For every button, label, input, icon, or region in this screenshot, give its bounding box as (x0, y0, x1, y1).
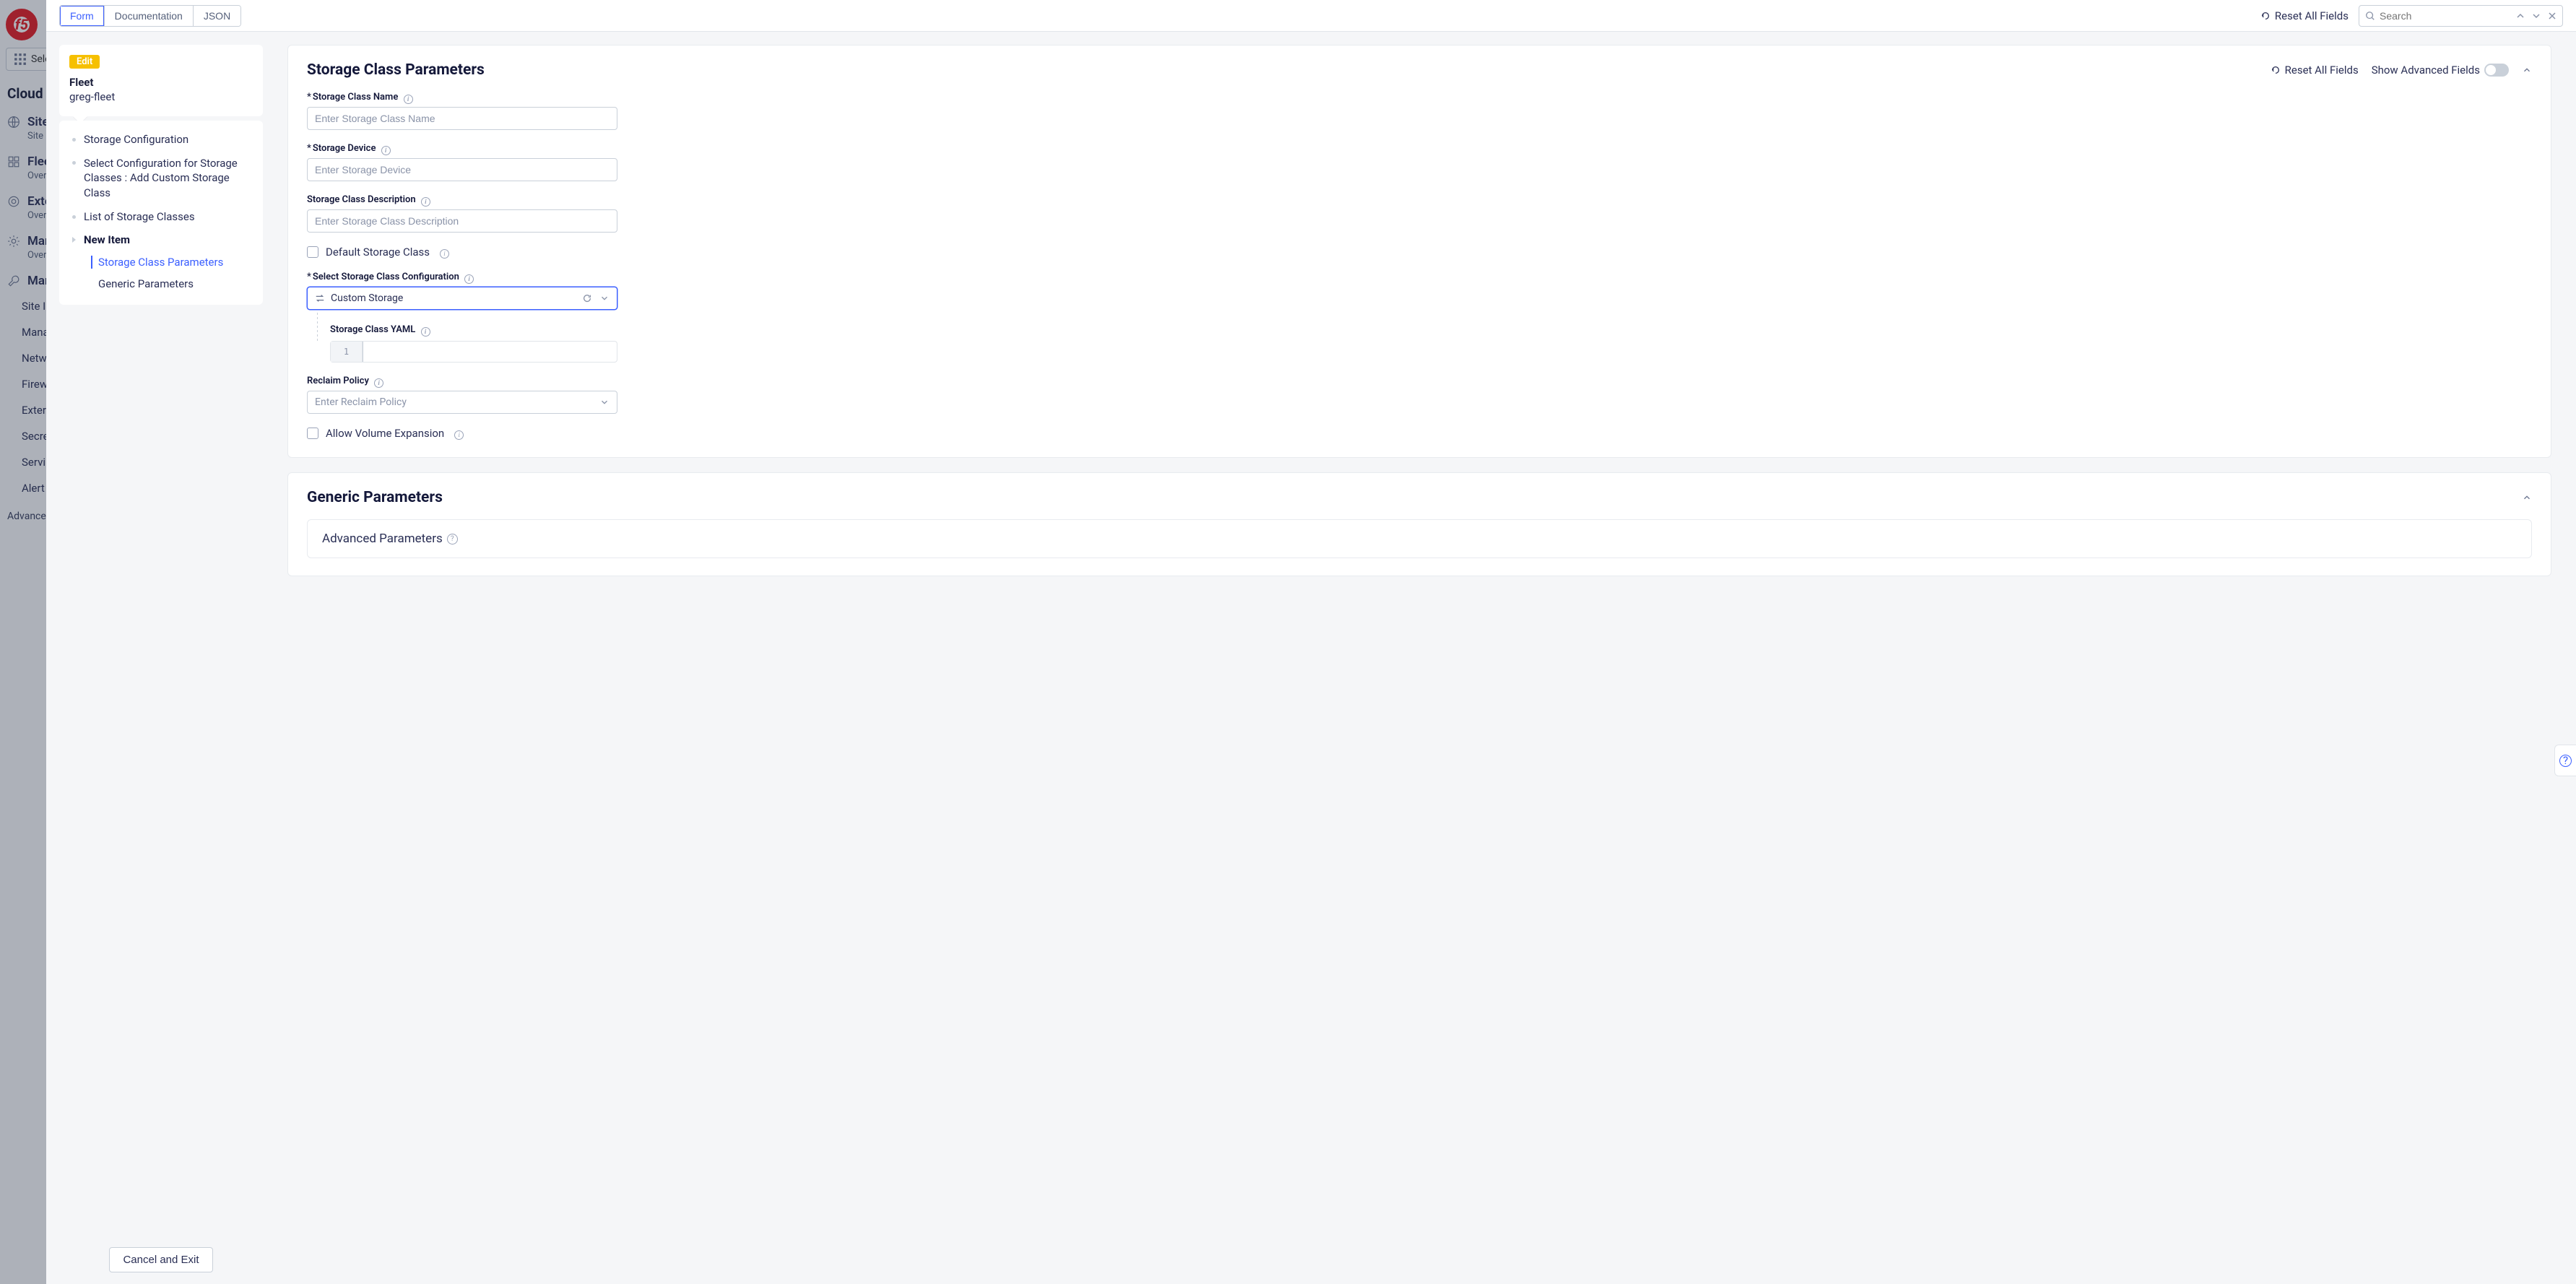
cancel-and-exit-button[interactable]: Cancel and Exit (109, 1247, 212, 1272)
info-icon[interactable] (404, 95, 413, 104)
field-select-storage-class-configuration: *Select Storage Class Configuration Cust… (307, 272, 617, 363)
field-default-storage-class: Default Storage Class (307, 246, 2532, 259)
input-storage-class-name[interactable] (307, 107, 617, 130)
field-storage-device: *Storage Device (307, 143, 617, 181)
info-icon[interactable] (421, 197, 430, 207)
storage-class-parameters-card: Storage Class Parameters Reset All Field… (287, 45, 2551, 458)
target-icon (7, 195, 20, 208)
label-storage-class-yaml: Storage Class YAML (330, 324, 617, 335)
context-title: Fleet (69, 76, 253, 89)
view-segmented-control: Form Documentation JSON (59, 5, 241, 27)
advanced-parameters-title: Advanced Parameters (322, 532, 443, 546)
info-icon[interactable] (421, 327, 430, 337)
search-input[interactable] (2380, 10, 2510, 22)
advanced-parameters-subcard: Advanced Parameters (307, 519, 2532, 558)
label-storage-class-name: *Storage Class Name (307, 92, 617, 103)
input-storage-device[interactable] (307, 158, 617, 181)
edit-drawer: Form Documentation JSON Reset All Fields (46, 0, 2576, 1284)
reset-all-fields-top[interactable]: Reset All Fields (2260, 9, 2349, 22)
gear-icon (7, 235, 20, 248)
wrench-icon (7, 274, 20, 287)
chevron-down-icon (599, 397, 610, 407)
checkbox-allow-volume-expansion[interactable] (307, 428, 318, 439)
chevron-down-icon (599, 293, 610, 303)
tree-subitem-generic-parameters[interactable]: Generic Parameters (59, 273, 263, 295)
search-prev-icon[interactable] (2515, 10, 2526, 22)
select-value: Custom Storage (331, 292, 403, 304)
context-card: Edit Fleet greg-fleet (59, 45, 263, 116)
input-storage-class-description[interactable] (307, 209, 617, 233)
tree-item-select-config[interactable]: Select Configuration for Storage Classes… (59, 151, 263, 205)
label-storage-device: *Storage Device (307, 143, 617, 154)
undo-icon (2260, 11, 2271, 21)
label-select-storage-class-configuration: *Select Storage Class Configuration (307, 272, 617, 282)
tab-documentation[interactable]: Documentation (105, 6, 194, 26)
field-storage-class-description: Storage Class Description (307, 194, 617, 233)
tree-item-list-classes[interactable]: List of Storage Classes (59, 205, 263, 228)
tree-item-new-item[interactable]: New Item (59, 228, 263, 251)
help-icon[interactable] (447, 534, 458, 545)
collapse-generic-icon[interactable] (2522, 493, 2532, 503)
tab-json[interactable]: JSON (194, 6, 240, 26)
tree-item-storage-config[interactable]: Storage Configuration (59, 128, 263, 151)
field-allow-volume-expansion: Allow Volume Expansion (307, 427, 2532, 440)
info-icon[interactable] (454, 430, 464, 440)
select-reclaim-policy[interactable]: Enter Reclaim Policy (307, 391, 617, 414)
generic-section-title: Generic Parameters (307, 489, 443, 506)
question-icon: ? (2559, 755, 2572, 767)
label-reclaim-policy: Reclaim Policy (307, 376, 617, 386)
select-storage-class-configuration[interactable]: Custom Storage (307, 287, 617, 310)
search-icon (2365, 11, 2375, 21)
label-default-storage-class: Default Storage Class (326, 246, 430, 259)
yaml-line-number: 1 (331, 342, 363, 362)
tree-list: Storage Configuration Select Configurati… (59, 121, 263, 305)
help-fab[interactable]: ? (2554, 745, 2576, 776)
field-storage-class-name: *Storage Class Name (307, 92, 617, 130)
grid-icon (14, 53, 27, 66)
search-clear-icon[interactable] (2546, 10, 2558, 22)
generic-parameters-card: Generic Parameters Advanced Parameters (287, 472, 2551, 576)
info-icon[interactable] (374, 378, 383, 388)
label-storage-class-description: Storage Class Description (307, 194, 617, 205)
search-box[interactable] (2359, 5, 2563, 27)
section-title: Storage Class Parameters (307, 61, 485, 79)
edit-badge: Edit (69, 55, 100, 69)
reset-all-fields-section[interactable]: Reset All Fields (2271, 64, 2359, 77)
swap-icon (315, 293, 325, 303)
form-area: Storage Class Parameters Reset All Field… (263, 32, 2576, 1284)
show-advanced-toggle[interactable]: Show Advanced Fields (2372, 64, 2509, 77)
tree-subitem-storage-class-parameters[interactable]: Storage Class Parameters (59, 251, 263, 273)
info-icon[interactable] (440, 249, 449, 259)
fleet-icon (7, 155, 20, 168)
checkbox-default-storage-class[interactable] (307, 246, 318, 258)
tab-form[interactable]: Form (60, 6, 105, 26)
info-icon[interactable] (464, 274, 474, 284)
context-subtitle: greg-fleet (69, 90, 253, 103)
undo-icon (2271, 65, 2281, 75)
toggle-switch[interactable] (2484, 64, 2509, 77)
drawer-toolbar: Form Documentation JSON Reset All Fields (46, 0, 2576, 32)
refresh-icon[interactable] (582, 293, 592, 303)
yaml-editor[interactable]: 1 (330, 341, 617, 363)
field-storage-class-yaml: Storage Class YAML 1 (330, 320, 617, 363)
field-reclaim-policy: Reclaim Policy Enter Reclaim Policy (307, 376, 617, 414)
label-allow-volume-expansion: Allow Volume Expansion (326, 427, 444, 440)
f5-logo (6, 9, 38, 40)
collapse-section-icon[interactable] (2522, 65, 2532, 75)
tree-panel: Edit Fleet greg-fleet Storage Configurat… (46, 32, 263, 1284)
search-next-icon[interactable] (2531, 10, 2542, 22)
globe-icon (7, 116, 20, 129)
info-icon[interactable] (381, 146, 391, 155)
